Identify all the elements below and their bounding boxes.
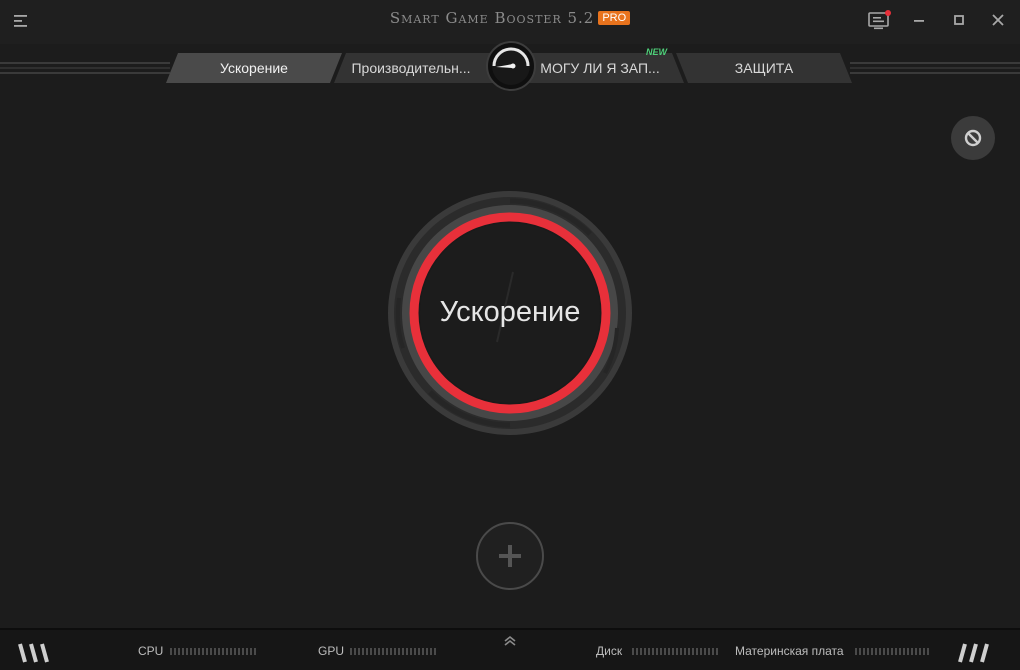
tab-rail-left xyxy=(0,62,170,74)
close-button[interactable] xyxy=(984,8,1012,32)
tab-performance[interactable]: Производительн... xyxy=(334,53,500,83)
motherboard-label: Материнская плата xyxy=(735,644,844,658)
cpu-meter xyxy=(170,648,258,655)
boost-button[interactable]: Ускорение xyxy=(385,188,635,438)
maximize-button[interactable] xyxy=(945,8,973,32)
add-game-button[interactable] xyxy=(475,521,545,591)
block-icon xyxy=(964,129,982,147)
maximize-icon xyxy=(954,15,964,25)
tab-can-i-run-label: МОГУ ЛИ Я ЗАП... xyxy=(540,60,660,76)
boost-label: Ускорение xyxy=(439,296,581,328)
minimize-button[interactable] xyxy=(905,8,933,32)
tab-can-i-run[interactable]: МОГУ ЛИ Я ЗАП... xyxy=(522,53,684,83)
status-bar: CPU GPU Диск Материнская плата xyxy=(0,628,1020,670)
cpu-label: CPU xyxy=(138,644,164,658)
close-icon xyxy=(992,14,1004,26)
motherboard-meter xyxy=(855,648,929,655)
plus-icon xyxy=(476,522,544,590)
gauge-button[interactable] xyxy=(486,41,536,91)
tab-rail-right xyxy=(850,62,1020,74)
disk-label: Диск xyxy=(596,644,623,658)
deco-stripes-right xyxy=(958,643,989,663)
speedometer-icon xyxy=(486,41,536,91)
block-button[interactable] xyxy=(951,116,995,160)
tab-boost[interactable]: Ускорение xyxy=(166,53,342,83)
disk-meter xyxy=(632,648,720,655)
collapse-button[interactable] xyxy=(501,634,519,646)
chevron-up-icon xyxy=(504,635,516,646)
pro-badge: PRO xyxy=(598,11,631,25)
monitor-notification-icon xyxy=(868,10,891,30)
tab-protection[interactable]: ЗАЩИТА xyxy=(676,53,852,83)
app-title-text: Smart Game Booster 5.2 xyxy=(389,9,595,27)
title-bar: Smart Game Booster 5.2 PRO xyxy=(0,0,1020,44)
tab-boost-label: Ускорение xyxy=(220,60,288,76)
gpu-meter xyxy=(350,648,438,655)
gpu-label: GPU xyxy=(318,644,345,658)
new-badge: NEW xyxy=(646,47,667,57)
notifications-button[interactable] xyxy=(866,8,894,32)
tab-protection-label: ЗАЩИТА xyxy=(734,60,794,76)
deco-stripes-left xyxy=(18,643,49,663)
tab-performance-label: Производительн... xyxy=(351,60,471,76)
minimize-icon xyxy=(914,20,924,22)
